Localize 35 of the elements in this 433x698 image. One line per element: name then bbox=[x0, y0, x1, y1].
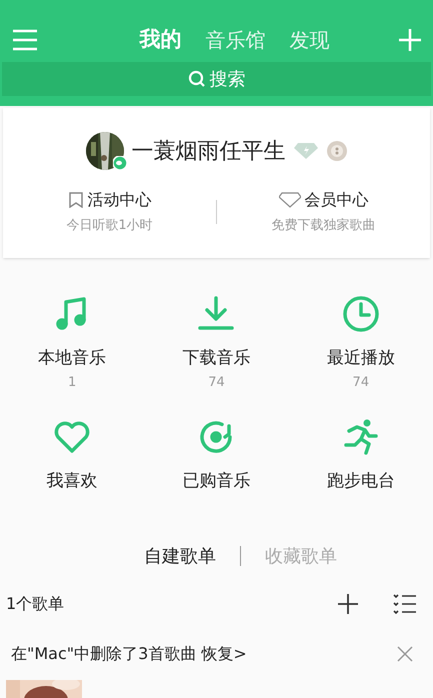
shortcut-item[interactable]: 最近播放 74 bbox=[288, 294, 433, 391]
shortcut-item[interactable]: 本地音乐 1 bbox=[0, 294, 144, 391]
shortcut-count: 74 bbox=[208, 375, 225, 391]
shortcut-label: 本地音乐 bbox=[38, 346, 106, 370]
search-placeholder: 搜索 bbox=[210, 68, 246, 92]
menu-icon[interactable] bbox=[12, 29, 38, 51]
plus-icon[interactable] bbox=[337, 592, 359, 614]
shortcut-item[interactable]: 已购音乐 bbox=[144, 417, 289, 494]
link-subtitle: 免费下载独家歌曲 bbox=[272, 217, 376, 235]
shortcut-label: 跑步电台 bbox=[326, 470, 395, 493]
wechat-badge-icon bbox=[112, 156, 126, 170]
shortcut-item[interactable]: 我喜欢 bbox=[0, 417, 144, 494]
vip-icon bbox=[278, 192, 300, 208]
shortcut-label: 已购音乐 bbox=[182, 470, 250, 493]
shortcut-item[interactable]: 下载音乐 74 bbox=[144, 294, 289, 391]
flag-icon bbox=[68, 192, 84, 208]
shortcut-item[interactable]: 跑步电台 bbox=[288, 417, 433, 494]
search-icon bbox=[188, 70, 206, 88]
diamond-icon bbox=[294, 142, 318, 160]
shortcut-count: 74 bbox=[352, 375, 370, 391]
close-icon[interactable] bbox=[397, 646, 413, 662]
link-title[interactable]: 活动中心 bbox=[88, 188, 152, 212]
playlist-count: 1个歌单 bbox=[6, 592, 66, 614]
clock-icon bbox=[340, 294, 381, 334]
user-name: 一蓑烟雨任平生 bbox=[132, 138, 286, 166]
restore-notice[interactable]: 在"Mac"中删除了3首歌曲 恢复> bbox=[11, 642, 397, 666]
playlist-tab[interactable]: 自建歌单 bbox=[144, 542, 216, 570]
shortcut-label: 最近播放 bbox=[326, 346, 395, 370]
shortcut-label: 下载音乐 bbox=[182, 346, 250, 370]
shortcut-count: 1 bbox=[68, 375, 76, 391]
badge-icon bbox=[326, 140, 348, 162]
link-title[interactable]: 会员中心 bbox=[304, 188, 368, 212]
list-icon[interactable] bbox=[393, 592, 417, 614]
shortcut-label: 我喜欢 bbox=[46, 470, 98, 493]
link-subtitle: 今日听歌1小时 bbox=[66, 217, 153, 235]
